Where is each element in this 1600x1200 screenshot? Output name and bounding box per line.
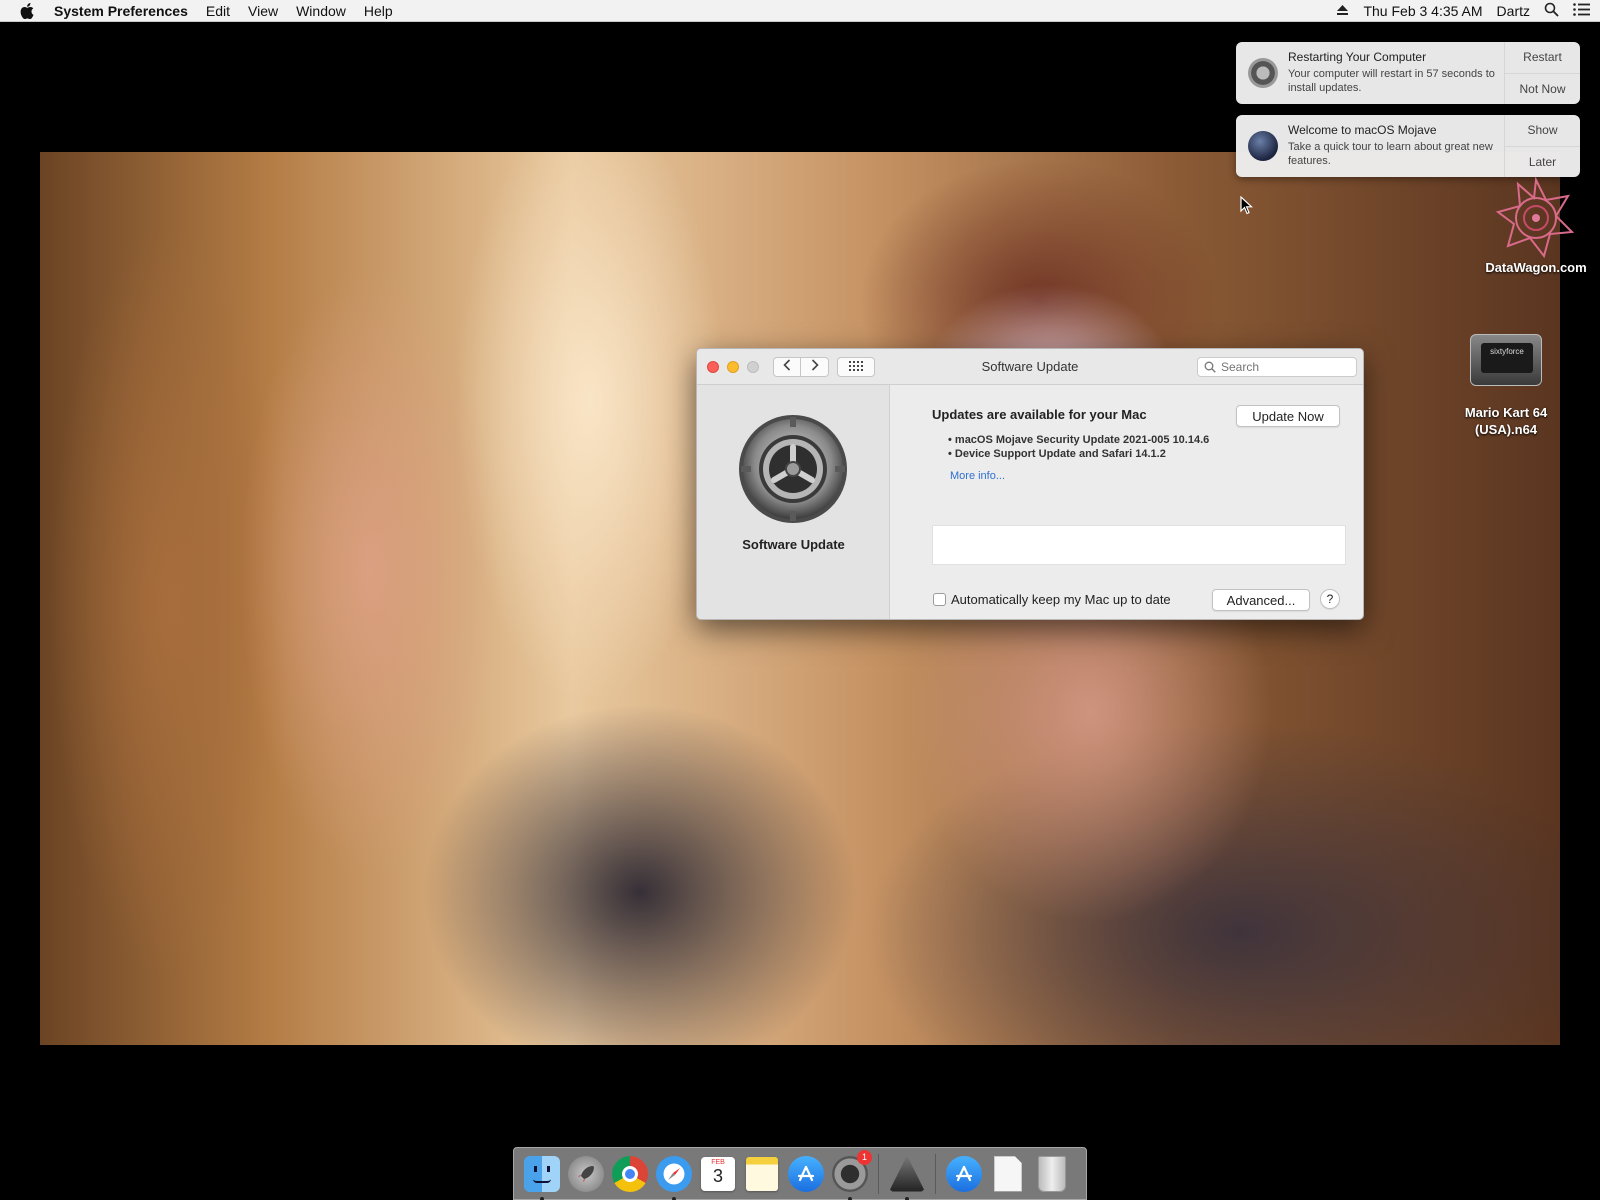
updates-heading: Updates are available for your Mac: [932, 407, 1147, 422]
notification-badge: 1: [857, 1149, 872, 1165]
dock-chrome[interactable]: [610, 1154, 650, 1194]
chrome-icon: [612, 1155, 648, 1192]
desktop-icon-mario-kart[interactable]: sixtyforce Mario Kart 64 (USA).n64: [1456, 334, 1556, 438]
spotlight-search-icon[interactable]: [1544, 2, 1559, 20]
running-indicator: [672, 1196, 676, 1200]
update-now-button[interactable]: Update Now: [1236, 405, 1340, 427]
restart-button[interactable]: Restart: [1505, 42, 1580, 74]
datawagon-logo-icon: [1494, 176, 1578, 260]
update-progress-area: [932, 525, 1346, 565]
software-update-gear-icon: [737, 413, 849, 525]
app-store-icon: [788, 1155, 824, 1192]
more-info-link[interactable]: More info...: [950, 470, 1005, 482]
calendar-month: FEB: [711, 1158, 725, 1166]
calendar-icon: FEB 3: [701, 1156, 735, 1191]
notification-title: Welcome to macOS Mojave: [1288, 123, 1437, 137]
window-titlebar[interactable]: Software Update: [697, 349, 1363, 385]
dock-safari[interactable]: [654, 1154, 694, 1200]
notification-restart[interactable]: Restarting Your Computer Your computer w…: [1236, 42, 1580, 104]
help-button[interactable]: ?: [1320, 589, 1340, 609]
menubar-clock[interactable]: Thu Feb 3 4:35 AM: [1363, 3, 1482, 19]
safari-compass-icon: [656, 1155, 692, 1192]
software-update-window: Software Update Search Software Update U…: [696, 348, 1364, 620]
trash-icon: [1038, 1155, 1066, 1192]
menu-window[interactable]: Window: [287, 0, 355, 22]
dock-app-store-folder[interactable]: [944, 1154, 984, 1194]
dock-console[interactable]: [887, 1154, 927, 1200]
dock: FEB 3 1: [513, 1147, 1087, 1200]
menu-view[interactable]: View: [239, 0, 287, 22]
menu-help[interactable]: Help: [355, 0, 402, 22]
cartridge-badge: sixtyforce: [1481, 343, 1533, 373]
pane-content: Updates are available for your Mac • mac…: [890, 385, 1363, 619]
notification-text: Your computer will restart in 57 seconds…: [1288, 68, 1495, 94]
later-button[interactable]: Later: [1505, 147, 1580, 178]
dock-trash[interactable]: [1032, 1154, 1072, 1194]
eject-icon[interactable]: [1336, 3, 1349, 19]
document-icon: [994, 1155, 1022, 1192]
dock-separator: [878, 1153, 879, 1194]
mojave-icon: [1248, 131, 1278, 161]
dock-separator: [935, 1153, 936, 1194]
n64-cartridge-icon: sixtyforce: [1470, 334, 1542, 386]
search-input[interactable]: [1221, 360, 1341, 374]
finder-icon: [524, 1155, 560, 1192]
apple-menu-icon[interactable]: [0, 2, 54, 19]
zoom-button[interactable]: [747, 361, 759, 373]
menubar-user[interactable]: Dartz: [1497, 3, 1530, 19]
show-button[interactable]: Show: [1505, 115, 1580, 147]
chevron-right-icon: [811, 358, 819, 376]
not-now-button[interactable]: Not Now: [1505, 74, 1580, 105]
grid-icon: [849, 358, 863, 376]
menu-edit[interactable]: Edit: [197, 0, 239, 22]
desktop-icon-datawagon[interactable]: DataWagon.com: [1476, 176, 1596, 275]
pane-sidebar: Software Update: [697, 385, 890, 619]
running-indicator: [540, 1196, 544, 1200]
advanced-button[interactable]: Advanced...: [1212, 589, 1310, 611]
search-field[interactable]: [1197, 357, 1357, 377]
search-icon: [1204, 361, 1216, 373]
notification-text: Take a quick tour to learn about great n…: [1288, 141, 1493, 167]
menu-app-name[interactable]: System Preferences: [54, 0, 197, 22]
update-item: • Device Support Update and Safari 14.1.…: [948, 448, 1166, 460]
update-item: • macOS Mojave Security Update 2021-005 …: [948, 434, 1210, 446]
launchpad-rocket-icon: [568, 1155, 604, 1192]
gear-icon: [1248, 58, 1278, 88]
desktop-icon-label: Mario Kart 64 (USA).n64: [1464, 405, 1548, 437]
notification-center-icon[interactable]: [1573, 2, 1590, 19]
console-icon: [889, 1155, 925, 1192]
close-button[interactable]: [707, 361, 719, 373]
dock-launchpad[interactable]: [566, 1154, 606, 1194]
dock-finder[interactable]: [522, 1154, 562, 1200]
calendar-day: 3: [712, 1165, 723, 1186]
auto-update-label[interactable]: Automatically keep my Mac up to date: [951, 592, 1171, 607]
auto-update-checkbox[interactable]: [933, 593, 946, 606]
mouse-cursor-icon: [1240, 195, 1254, 220]
running-indicator: [848, 1196, 852, 1200]
app-store-icon: [946, 1155, 982, 1192]
dock-app-store[interactable]: [786, 1154, 826, 1194]
chevron-left-icon: [783, 358, 791, 376]
dock-document[interactable]: [988, 1154, 1028, 1194]
minimize-button[interactable]: [727, 361, 739, 373]
dock-notes[interactable]: [742, 1154, 782, 1194]
show-all-button[interactable]: [837, 357, 875, 377]
dock-system-preferences[interactable]: 1: [830, 1149, 872, 1200]
running-indicator: [905, 1196, 909, 1200]
notification-title: Restarting Your Computer: [1288, 50, 1427, 64]
notification-welcome[interactable]: Welcome to macOS Mojave Take a quick tou…: [1236, 115, 1580, 177]
dock-calendar[interactable]: FEB 3: [698, 1154, 738, 1194]
forward-button[interactable]: [801, 357, 829, 377]
back-button[interactable]: [773, 357, 801, 377]
desktop-icon-label: DataWagon.com: [1485, 260, 1587, 275]
pane-label: Software Update: [742, 537, 845, 552]
menu-bar: System Preferences Edit View Window Help…: [0, 0, 1600, 22]
notes-icon: [746, 1156, 778, 1191]
